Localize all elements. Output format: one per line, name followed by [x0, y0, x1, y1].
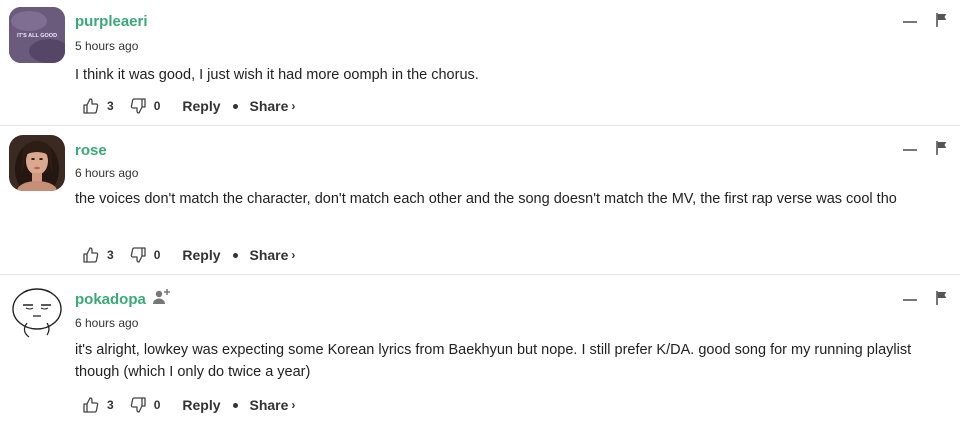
dislike-count: 0	[153, 99, 161, 113]
reply-button[interactable]: Reply	[182, 247, 220, 263]
add-user-icon[interactable]	[152, 288, 172, 306]
comment-item: rose 6 hours ago the voices don't match …	[0, 126, 960, 274]
comment-text: it's alright, lowkey was expecting some …	[75, 342, 912, 380]
thumbs-up-icon[interactable]	[81, 245, 101, 265]
separator-dot	[232, 103, 238, 109]
share-button[interactable]: Share	[250, 247, 289, 263]
dislike-count: 0	[153, 248, 161, 262]
timestamp: 5 hours ago	[75, 39, 139, 53]
reply-button[interactable]: Reply	[182, 98, 220, 114]
username[interactable]: rose	[75, 142, 107, 159]
like-count: 3	[107, 248, 114, 262]
flag-icon[interactable]	[936, 13, 948, 27]
thumbs-up-icon[interactable]	[81, 96, 101, 116]
timestamp: 6 hours ago	[75, 316, 139, 330]
comment-actions: 3 0 Reply Share ›	[81, 395, 295, 415]
avatar-image: IT'S ALL GOOD	[9, 7, 65, 63]
avatar-image	[9, 135, 65, 191]
comment-item: pokadopa 6 hours ago it's alright, lowke…	[0, 276, 960, 423]
thumbs-down-icon[interactable]	[128, 245, 148, 265]
comment-text: I think it was good, I just wish it had …	[75, 67, 479, 83]
comment-actions: 3 0 Reply Share ›	[81, 245, 295, 265]
share-button[interactable]: Share	[250, 98, 289, 114]
avatar[interactable]	[9, 135, 65, 191]
avatar-text: IT'S ALL GOOD	[17, 33, 57, 39]
avatar[interactable]	[9, 285, 65, 341]
comment-actions: 3 0 Reply Share ›	[81, 96, 295, 116]
chevron-right-icon: ›	[291, 398, 296, 412]
separator-dot	[232, 252, 238, 258]
reply-button[interactable]: Reply	[182, 397, 220, 413]
thumbs-up-icon[interactable]	[81, 395, 101, 415]
username[interactable]: purpleaeri	[75, 13, 148, 30]
thumbs-down-icon[interactable]	[128, 96, 148, 116]
minus-icon[interactable]	[903, 299, 917, 301]
minus-icon[interactable]	[903, 21, 917, 23]
chevron-right-icon: ›	[291, 248, 296, 262]
separator-dot	[232, 402, 238, 408]
share-button[interactable]: Share	[250, 397, 289, 413]
like-count: 3	[107, 99, 114, 113]
minus-icon[interactable]	[903, 149, 917, 151]
flag-icon[interactable]	[936, 291, 948, 305]
chevron-right-icon: ›	[291, 99, 296, 113]
username[interactable]: pokadopa	[75, 291, 146, 308]
comment-item: IT'S ALL GOOD purpleaeri 5 hours ago I t…	[0, 0, 960, 125]
dislike-count: 0	[153, 398, 161, 412]
timestamp: 6 hours ago	[75, 166, 139, 180]
comment-text: the voices don't match the character, do…	[75, 191, 897, 207]
divider	[0, 274, 960, 275]
thumbs-down-icon[interactable]	[128, 395, 148, 415]
flag-icon[interactable]	[936, 141, 948, 155]
avatar[interactable]: IT'S ALL GOOD	[9, 7, 65, 63]
avatar-image	[10, 286, 64, 340]
like-count: 3	[107, 398, 114, 412]
